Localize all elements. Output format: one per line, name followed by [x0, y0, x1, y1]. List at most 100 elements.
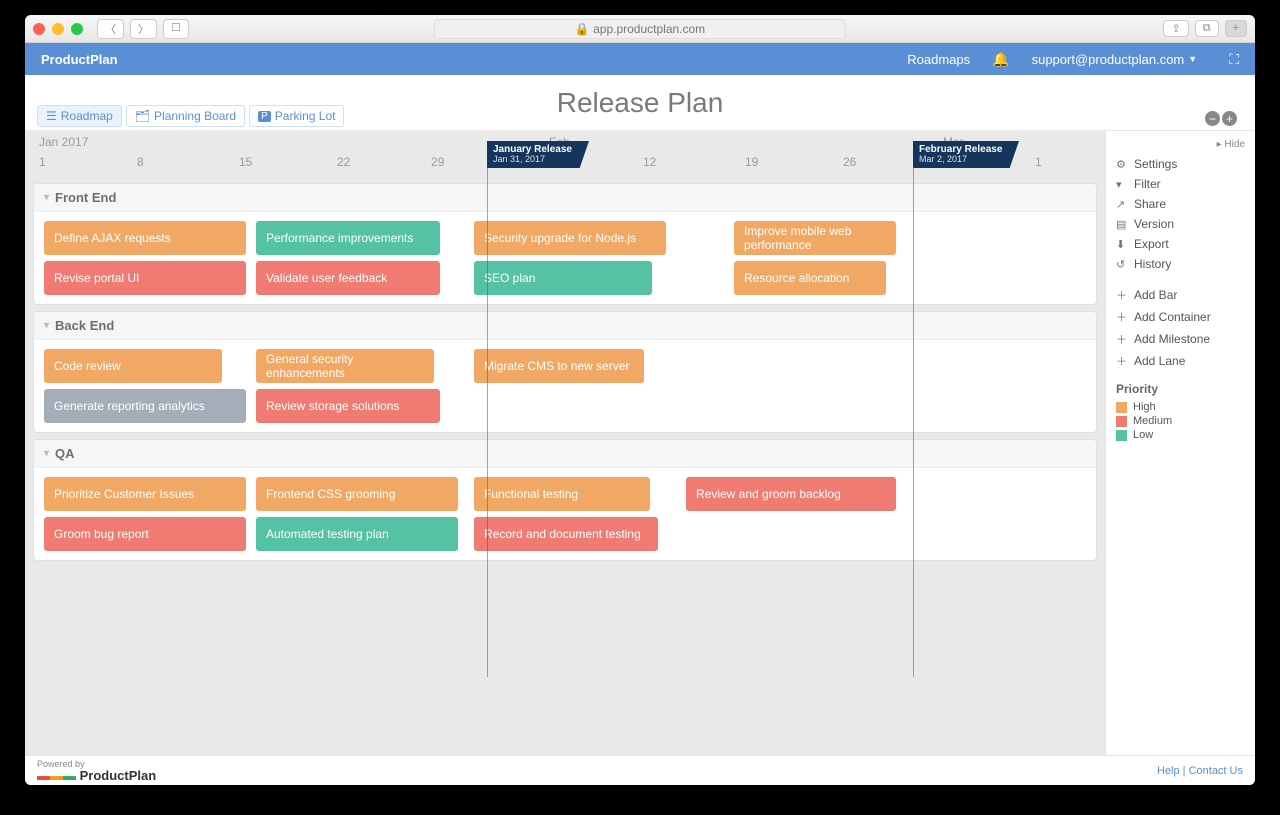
menu-icon: ▤ [1116, 218, 1128, 231]
day-label: 8 [137, 155, 144, 169]
menu-icon: ＋ [1116, 331, 1128, 347]
menu-icon: ＋ [1116, 287, 1128, 303]
month-label: Jan 2017 [39, 135, 88, 149]
sidebar-item-export[interactable]: ⬇Export [1116, 234, 1245, 254]
legend-item: High [1116, 400, 1245, 414]
sidebar-item-history[interactable]: ↺History [1116, 254, 1245, 274]
milestone-line [913, 167, 914, 677]
legend-swatch [1116, 430, 1127, 441]
menu-icon: ⬇ [1116, 238, 1128, 251]
sidebar-toggle-button[interactable]: ☐ [163, 19, 189, 39]
roadmap-bar[interactable]: Performance improvements [256, 221, 440, 255]
milestone-marker[interactable]: January ReleaseJan 31, 2017 [487, 141, 580, 168]
menu-icon: ▾ [1116, 178, 1128, 191]
lane-row: Generate reporting analytics Review stora… [34, 386, 1096, 426]
sidebar-item-filter[interactable]: ▾Filter [1116, 174, 1245, 194]
zoom-in-button[interactable]: + [1222, 111, 1237, 126]
roadmap-bar[interactable]: SEO plan [474, 261, 652, 295]
roadmap-bar[interactable]: Resource allocation [734, 261, 886, 295]
nav-back-button[interactable]: 〈 [97, 19, 124, 39]
lane: ▾ Back End Code review General security en… [33, 311, 1097, 433]
legend-swatch [1116, 416, 1127, 427]
roadmap-bar[interactable]: Revise portal UI [44, 261, 246, 295]
browser-titlebar: 〈 〉 ☐ 🔒 app.productplan.com ⇪ ⧉ + [25, 15, 1255, 43]
sidebar-item-version[interactable]: ▤Version [1116, 214, 1245, 234]
chevron-down-icon: ▾ [44, 320, 49, 331]
url-bar[interactable]: 🔒 app.productplan.com [434, 19, 846, 39]
roadmap-bar[interactable]: Review and groom backlog [686, 477, 896, 511]
sidebar-item-share[interactable]: ↗Share [1116, 194, 1245, 214]
roadmap-bar[interactable]: Record and document testing [474, 517, 658, 551]
sidebar-item-add-lane[interactable]: ＋Add Lane [1116, 350, 1245, 372]
roadmap-bar[interactable]: General security enhancements [256, 349, 434, 383]
legend-title: Priority [1116, 382, 1245, 396]
nav-roadmaps[interactable]: Roadmaps [907, 52, 970, 67]
lane-row: Revise portal UI Validate user feedback SE… [34, 258, 1096, 298]
timeline-header: Jan 2017FebMar181522291219261January Rel… [25, 131, 1105, 177]
share-button[interactable]: ⇪ [1163, 20, 1188, 37]
lane-header[interactable]: ▾ Back End [34, 312, 1096, 340]
menu-icon: ↗ [1116, 198, 1128, 211]
maximize-icon[interactable] [71, 23, 83, 35]
lane: ▾ Front End Define AJAX requests Performan… [33, 183, 1097, 305]
day-label: 19 [745, 155, 758, 169]
day-label: 1 [1035, 155, 1042, 169]
contact-link[interactable]: Contact Us [1189, 765, 1243, 777]
legend-item: Medium [1116, 414, 1245, 428]
roadmap-bar[interactable]: Automated testing plan [256, 517, 458, 551]
legend-item: Low [1116, 428, 1245, 442]
roadmap-bar[interactable]: Improve mobile web performance [734, 221, 896, 255]
sidebar-item-add-container[interactable]: ＋Add Container [1116, 306, 1245, 328]
nav-forward-button[interactable]: 〉 [130, 19, 157, 39]
roadmap-bar[interactable]: Frontend CSS grooming [256, 477, 458, 511]
roadmap-bar[interactable]: Functional testing [474, 477, 650, 511]
roadmap-bar[interactable]: Groom bug report [44, 517, 246, 551]
brand-label: ProductPlan [41, 52, 118, 67]
timeline[interactable]: Jan 2017FebMar181522291219261January Rel… [25, 131, 1105, 755]
new-tab-button[interactable]: + [1225, 20, 1247, 37]
roadmap-bar[interactable]: Define AJAX requests [44, 221, 246, 255]
day-label: 1 [39, 155, 46, 169]
minimize-icon[interactable] [52, 23, 64, 35]
milestone-line [487, 167, 488, 677]
day-label: 29 [431, 155, 444, 169]
roadmap-bar[interactable]: Code review [44, 349, 222, 383]
close-icon[interactable] [33, 23, 45, 35]
menu-icon: ＋ [1116, 353, 1128, 369]
page-title: Release Plan [557, 87, 724, 119]
board-icon: 🗂 [135, 109, 150, 123]
roadmap-bar[interactable]: Generate reporting analytics [44, 389, 246, 423]
lane-row: Prioritize Customer Issues Frontend CSS g… [34, 474, 1096, 514]
legend-swatch [1116, 402, 1127, 413]
right-sidebar: ▸ Hide ⚙Settings▾Filter↗Share▤Version⬇Ex… [1105, 131, 1255, 755]
lane-row: Code review General security enhancements… [34, 346, 1096, 386]
tab-parking-lot[interactable]: PParking Lot [249, 105, 344, 127]
parking-icon: P [258, 111, 271, 122]
menu-icon: ＋ [1116, 309, 1128, 325]
sidebar-item-settings[interactable]: ⚙Settings [1116, 154, 1245, 174]
roadmap-icon: ☰ [46, 109, 57, 123]
menu-icon: ↺ [1116, 258, 1128, 271]
roadmap-bar[interactable]: Validate user feedback [256, 261, 440, 295]
roadmap-bar[interactable]: Prioritize Customer Issues [44, 477, 246, 511]
lane-row: Groom bug report Automated testing plan Re… [34, 514, 1096, 554]
sidebar-item-add-milestone[interactable]: ＋Add Milestone [1116, 328, 1245, 350]
tab-roadmap[interactable]: ☰Roadmap [37, 105, 122, 127]
tab-planning-board[interactable]: 🗂Planning Board [126, 105, 245, 127]
sidebar-item-add-bar[interactable]: ＋Add Bar [1116, 284, 1245, 306]
user-menu[interactable]: support@productplan.com▼ [1032, 52, 1198, 67]
tabs-button[interactable]: ⧉ [1195, 20, 1219, 37]
hide-sidebar-button[interactable]: ▸ Hide [1116, 139, 1245, 154]
help-link[interactable]: Help [1157, 765, 1180, 777]
milestone-marker[interactable]: February ReleaseMar 2, 2017 [913, 141, 1010, 168]
notifications-icon[interactable]: 🔔 [992, 51, 1009, 68]
roadmap-bar[interactable]: Migrate CMS to new server [474, 349, 644, 383]
roadmap-bar[interactable]: Security upgrade for Node.js [474, 221, 666, 255]
menu-icon: ⚙ [1116, 158, 1128, 171]
roadmap-bar[interactable]: Review storage solutions [256, 389, 440, 423]
lane-header[interactable]: ▾ QA [34, 440, 1096, 468]
zoom-out-button[interactable]: − [1205, 111, 1220, 126]
window-controls[interactable] [33, 23, 83, 35]
lane-header[interactable]: ▾ Front End [34, 184, 1096, 212]
fullscreen-icon[interactable]: ⛶ [1229, 51, 1239, 68]
